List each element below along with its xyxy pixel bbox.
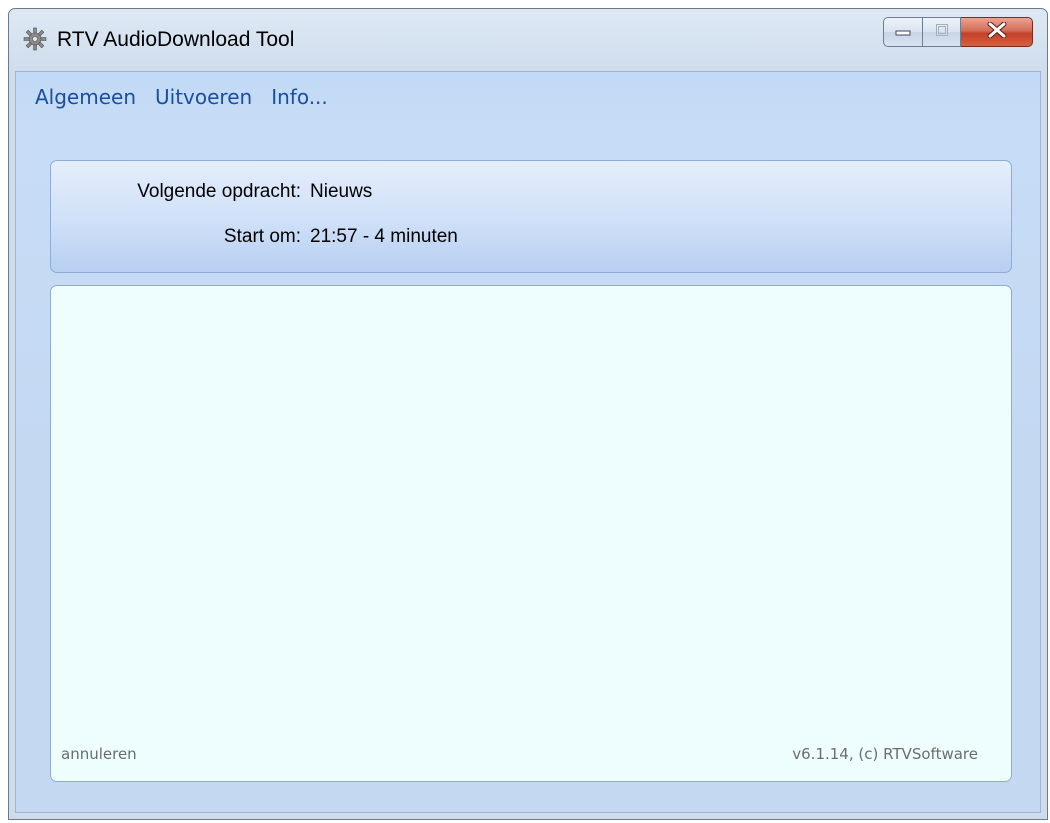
menu-info[interactable]: Info... bbox=[271, 85, 328, 109]
menu-algemeen[interactable]: Algemeen bbox=[35, 85, 136, 109]
close-button[interactable] bbox=[961, 17, 1033, 47]
status-panel: Volgende opdracht: Nieuws Start om: 21:5… bbox=[50, 160, 1012, 273]
cancel-link[interactable]: annuleren bbox=[61, 745, 137, 763]
title-bar[interactable]: RTV AudioDownload Tool bbox=[9, 9, 1047, 71]
gear-icon bbox=[23, 27, 47, 51]
close-icon bbox=[987, 21, 1007, 43]
next-job-value: Nieuws bbox=[310, 181, 373, 202]
minimize-icon bbox=[895, 23, 911, 41]
window-title: RTV AudioDownload Tool bbox=[57, 28, 295, 51]
app-window: RTV AudioDownload Tool Algemeen Uitvoere… bbox=[8, 8, 1048, 820]
client-area: Algemeen Uitvoeren Info... Volgende opdr… bbox=[15, 71, 1041, 813]
log-panel: annuleren v6.1.14, (c) RTVSoftware bbox=[50, 285, 1012, 782]
start-time-label: Start om: bbox=[223, 226, 301, 247]
menu-uitvoeren[interactable]: Uitvoeren bbox=[155, 85, 252, 109]
caption-buttons bbox=[883, 17, 1033, 47]
start-time-value: 21:57 - 4 minuten bbox=[310, 226, 458, 247]
minimize-button[interactable] bbox=[883, 17, 923, 47]
next-job-label: Volgende opdracht: bbox=[137, 181, 301, 202]
maximize-icon bbox=[935, 23, 949, 42]
maximize-button[interactable] bbox=[923, 17, 961, 47]
menu-bar: Algemeen Uitvoeren Info... bbox=[16, 72, 347, 122]
version-label: v6.1.14, (c) RTVSoftware bbox=[792, 745, 978, 763]
